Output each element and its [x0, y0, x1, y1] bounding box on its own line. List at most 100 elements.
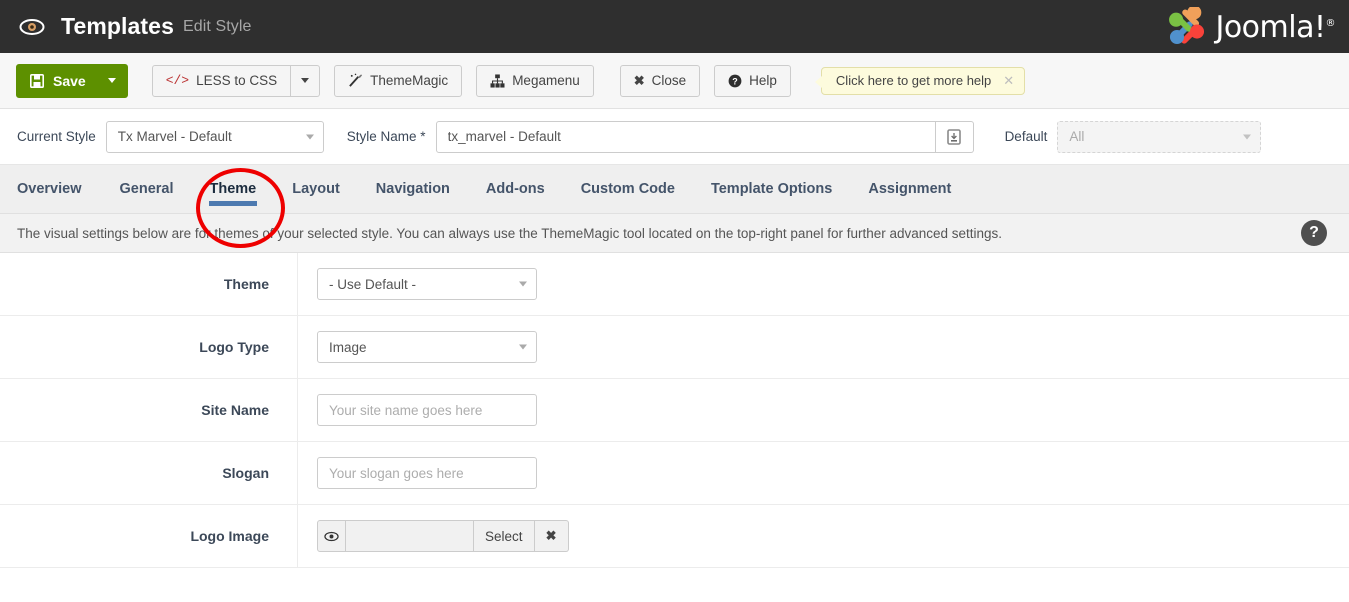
tab-general[interactable]: General [102, 165, 192, 213]
close-icon[interactable]: ✕ [1003, 73, 1014, 89]
default-label: Default [1004, 129, 1048, 144]
x-clear-icon[interactable]: ✖ [534, 520, 569, 552]
logo-type-select[interactable]: Image [317, 331, 537, 363]
joomla-brand-text: Joomla! [1215, 9, 1326, 45]
theme-select[interactable]: - Use Default - [317, 268, 537, 300]
current-style-label: Current Style [17, 129, 96, 144]
logo-type-label: Logo Type [0, 316, 298, 378]
form-row-site-name: Site Name [0, 379, 1349, 442]
thememagic-label: ThemeMagic [370, 72, 449, 88]
form-row-logo-type: Logo Type Image [0, 316, 1349, 379]
site-name-control-cell [298, 379, 537, 441]
panel-description-text: The visual settings below are for themes… [17, 225, 1003, 241]
svg-text:?: ? [732, 76, 738, 86]
app-root: Templates Edit Style Joomla!® Save </> L… [0, 0, 1349, 602]
help-button-label: Help [749, 72, 777, 88]
logo-type-control-cell: Image [298, 316, 537, 378]
help-tooltip[interactable]: Click here to get more help ✕ [813, 66, 1026, 95]
registered-mark: ® [1325, 17, 1336, 29]
page-header: Templates Edit Style Joomla!® [0, 0, 1349, 53]
tab-add-ons[interactable]: Add-ons [468, 165, 563, 213]
tab-label: Overview [17, 181, 82, 197]
slogan-control-cell [298, 442, 537, 504]
style-name-group [435, 120, 974, 153]
chevron-down-icon [519, 344, 527, 350]
floppy-disk-icon [30, 73, 44, 88]
clear-glyph: ✖ [545, 528, 557, 543]
style-name-label: Style Name * [346, 129, 426, 144]
chevron-down-icon [519, 281, 527, 287]
logo-image-label: Logo Image [0, 505, 298, 567]
tab-label: Navigation [375, 181, 450, 197]
less-to-css-label: LESS to CSS [196, 72, 278, 88]
style-name-input[interactable] [435, 120, 936, 153]
sitemap-icon [490, 73, 505, 88]
theme-select-value: - Use Default - [329, 276, 417, 292]
tab-layout[interactable]: Layout [274, 165, 358, 213]
close-button[interactable]: ✖ Close [619, 64, 701, 97]
logo-type-select-value: Image [329, 339, 367, 355]
joomla-wordmark: Joomla!® [1215, 10, 1335, 45]
joomla-mark-icon [1169, 7, 1205, 45]
form-row-theme: Theme - Use Default - [0, 253, 1349, 316]
logo-image-select-button[interactable]: Select [474, 520, 535, 552]
close-button-label: Close [651, 72, 687, 88]
help-button[interactable]: ? Help [714, 64, 791, 97]
toolbar: Save </> LESS to CSS ThemeMagic Megamenu… [0, 53, 1349, 109]
tab-label: Assignment [868, 181, 952, 197]
tab-label: Add-ons [485, 181, 545, 197]
theme-label: Theme [0, 253, 298, 315]
eye-preview-icon[interactable] [317, 520, 346, 552]
eye-icon [17, 12, 47, 42]
tab-label: Custom Code [580, 181, 675, 197]
site-name-input[interactable] [317, 394, 537, 426]
tab-label: Template Options [710, 181, 833, 197]
tab-overview[interactable]: Overview [17, 165, 102, 213]
logo-image-media-group: Select ✖ [317, 520, 569, 552]
question-mark-icon[interactable]: ? [1301, 220, 1327, 246]
tab-bar: Overview General Theme Layout Navigation… [0, 165, 1349, 213]
panel-description: The visual settings below are for themes… [0, 213, 1349, 253]
chevron-down-icon[interactable] [107, 78, 116, 83]
page-title: Templates [61, 13, 174, 39]
less-to-css-group: </> LESS to CSS [151, 64, 321, 97]
slogan-input[interactable] [317, 457, 537, 489]
tab-template-options[interactable]: Template Options [693, 165, 850, 213]
select-button-label: Select [485, 528, 523, 544]
tab-label: Layout [292, 181, 340, 197]
form-row-slogan: Slogan [0, 442, 1349, 505]
question-circle-icon: ? [728, 74, 742, 87]
x-icon: ✖ [633, 73, 645, 88]
current-style-select[interactable]: Tx Marvel - Default [105, 120, 324, 153]
save-copy-icon [947, 128, 961, 145]
code-icon: </> [165, 73, 190, 88]
help-tooltip-text: Click here to get more help [835, 73, 992, 88]
less-to-css-dropdown-toggle[interactable] [291, 64, 321, 97]
less-to-css-button[interactable]: </> LESS to CSS [151, 64, 292, 97]
thememagic-button[interactable]: ThemeMagic [334, 64, 463, 97]
logo-image-control-cell: Select ✖ [298, 505, 569, 567]
theme-control-cell: - Use Default - [298, 253, 537, 315]
megamenu-label: Megamenu [512, 72, 580, 88]
magic-wand-icon [349, 73, 363, 87]
style-name-save-addon[interactable] [935, 120, 974, 153]
tab-assignment[interactable]: Assignment [850, 165, 969, 213]
tab-custom-code[interactable]: Custom Code [563, 165, 693, 213]
tab-navigation[interactable]: Navigation [358, 165, 468, 213]
slogan-label: Slogan [0, 442, 298, 504]
save-button-label: Save [53, 72, 86, 89]
default-select[interactable]: All [1057, 120, 1262, 153]
joomla-logo: Joomla!® [1167, 7, 1335, 47]
chevron-down-icon [1243, 134, 1252, 139]
tab-label: Theme [209, 181, 257, 197]
page-subtitle: Edit Style [182, 17, 252, 35]
save-button[interactable]: Save [16, 63, 128, 98]
style-bar: Current Style Tx Marvel - Default Style … [0, 109, 1349, 165]
default-value: All [1069, 129, 1085, 144]
tab-theme[interactable]: Theme [192, 165, 275, 213]
logo-image-input[interactable] [346, 520, 474, 552]
chevron-down-icon [305, 134, 314, 139]
tab-label: General [119, 181, 174, 197]
megamenu-button[interactable]: Megamenu [476, 64, 594, 97]
settings-form: Theme - Use Default - Logo Type Image Si… [0, 253, 1349, 568]
